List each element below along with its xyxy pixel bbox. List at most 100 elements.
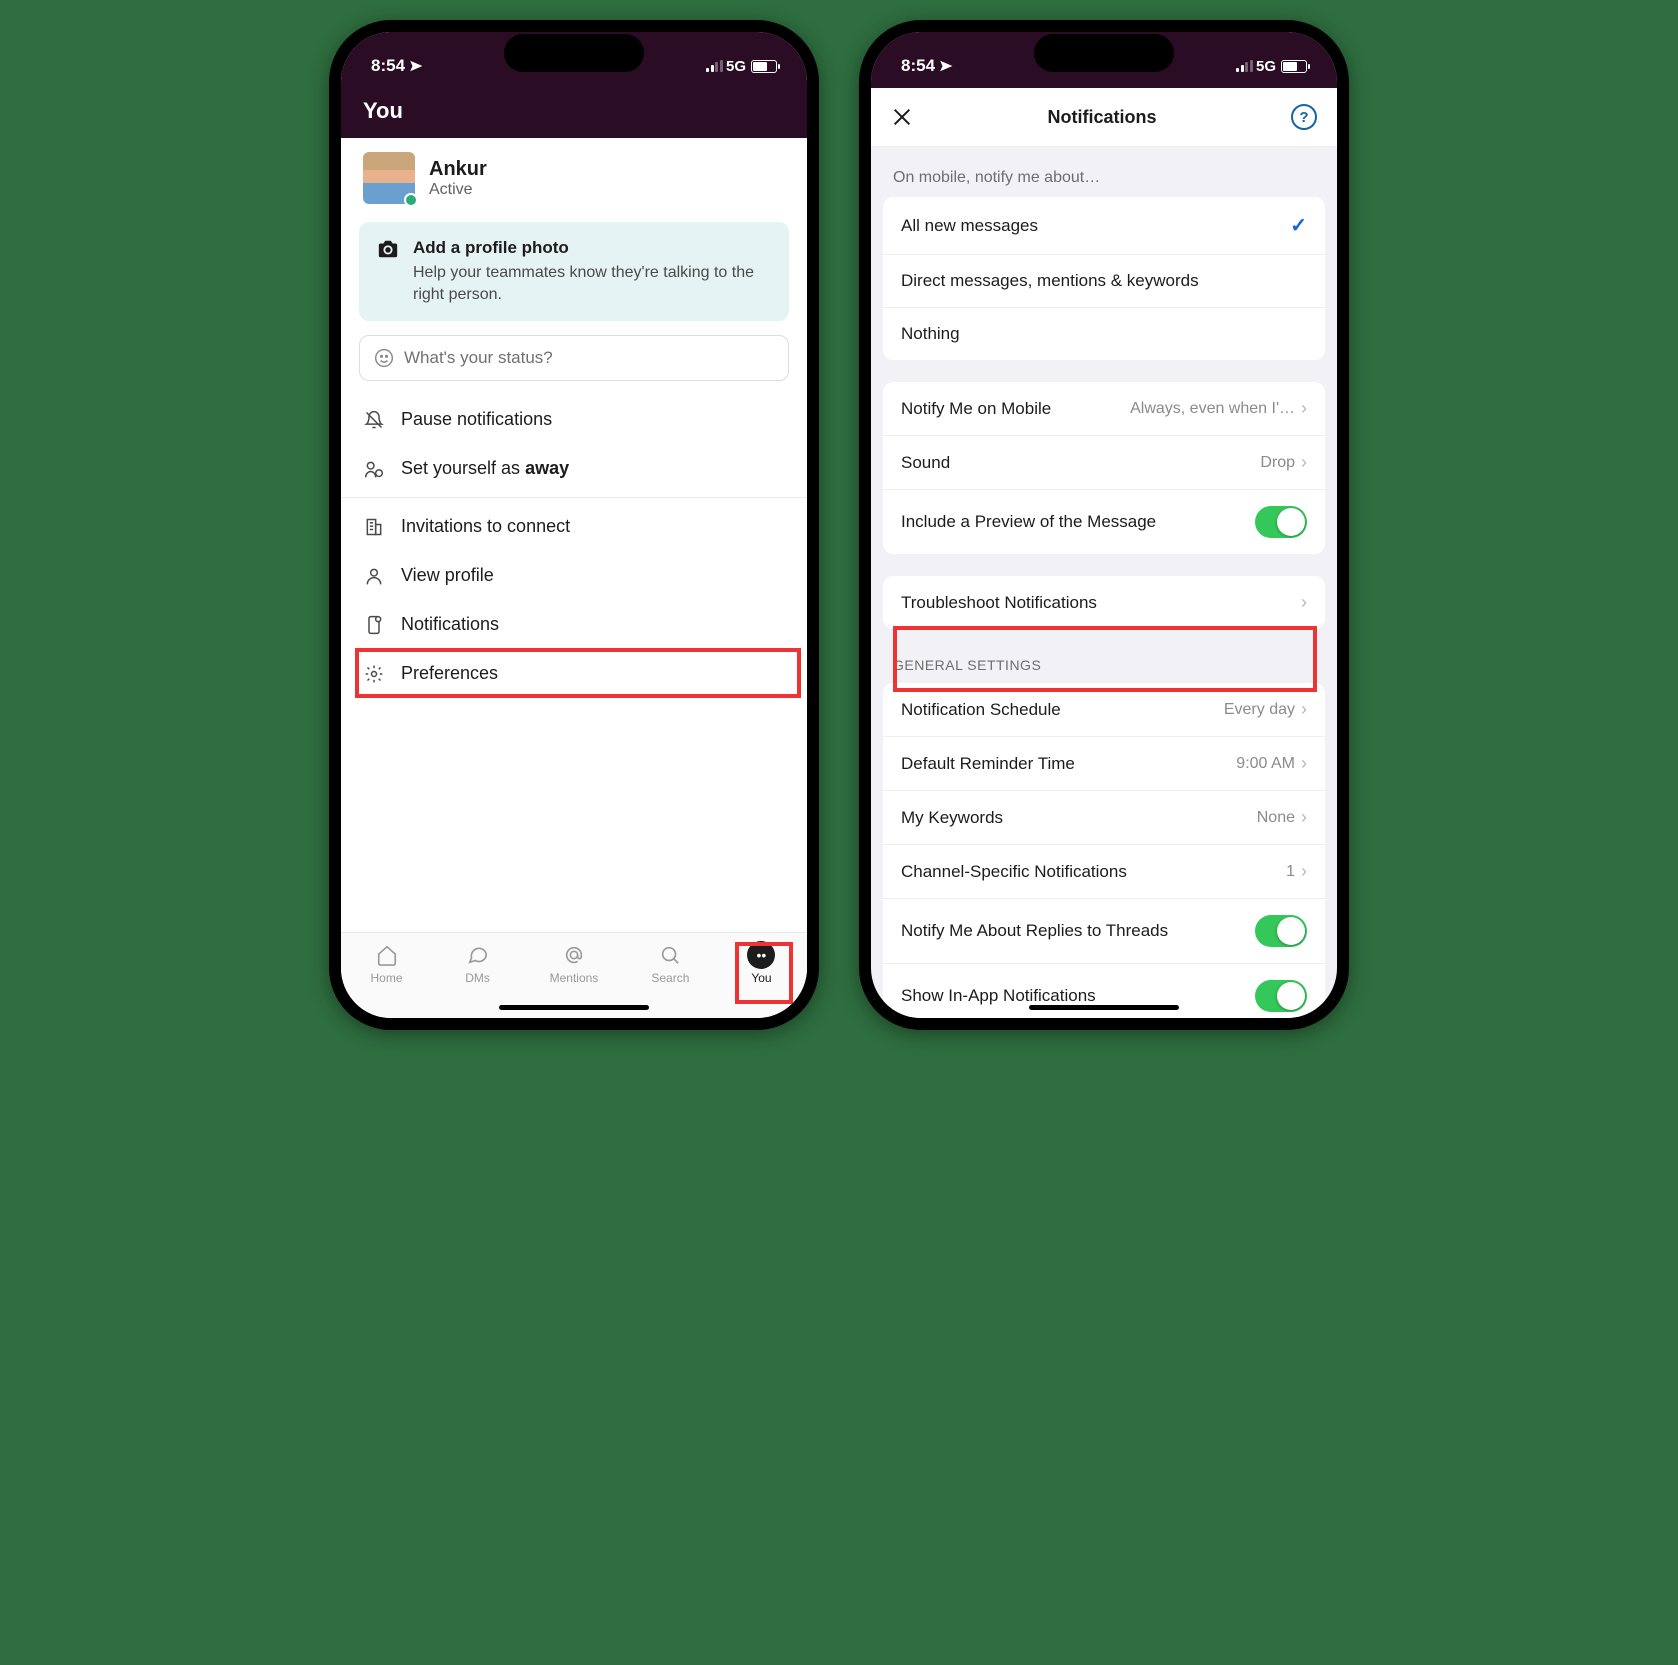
chevron-right-icon: › (1301, 592, 1307, 613)
row-label: Notify Me on Mobile (901, 399, 1051, 419)
row-value: Always, even when I'… (1130, 400, 1295, 418)
tab-mentions[interactable]: Mentions (550, 941, 599, 985)
tab-home[interactable]: Home (368, 941, 406, 985)
chevron-right-icon: › (1301, 807, 1307, 828)
page-title: You (341, 88, 807, 124)
you-avatar-icon: •• (747, 941, 775, 969)
screen-notifications: 8:54 5G Notifications ? On mobile, n (871, 32, 1337, 1018)
signal-icon (1236, 60, 1253, 72)
option-label: All new messages (901, 216, 1038, 236)
row-value: 1 (1286, 863, 1295, 881)
row-reminder-time[interactable]: Default Reminder Time 9:00 AM› (883, 736, 1325, 790)
menu-notifications[interactable]: Notifications (341, 600, 807, 649)
toggle-switch[interactable] (1255, 506, 1307, 538)
close-button[interactable] (891, 106, 913, 128)
tab-label: You (751, 971, 771, 985)
avatar[interactable] (363, 152, 415, 204)
presence-dot (404, 193, 418, 207)
menu-label: Set yourself as away (401, 458, 569, 479)
chevron-right-icon: › (1301, 753, 1307, 774)
section-label-general: General Settings (871, 629, 1337, 683)
status-placeholder: What's your status? (404, 348, 553, 368)
help-button[interactable]: ? (1291, 104, 1317, 130)
menu-pause-notifications[interactable]: Pause notifications (341, 395, 807, 444)
phone-right: 8:54 5G Notifications ? On mobile, n (859, 20, 1349, 1030)
camera-icon (377, 238, 399, 260)
toggle-switch[interactable] (1255, 980, 1307, 1012)
row-label: Channel-Specific Notifications (901, 862, 1127, 882)
profile-presence: Active (429, 181, 487, 199)
phone-left: 8:54 5G You Ankur (329, 20, 819, 1030)
tab-label: DMs (465, 971, 490, 985)
toggle-switch[interactable] (1255, 915, 1307, 947)
signal-icon (706, 60, 723, 72)
notch (1034, 34, 1174, 72)
status-input[interactable]: What's your status? (359, 335, 789, 381)
option-dm-mentions[interactable]: Direct messages, mentions & keywords (883, 254, 1325, 307)
row-label: Show In-App Notifications (901, 986, 1096, 1006)
row-label: My Keywords (901, 808, 1003, 828)
banner-title: Add a profile photo (413, 238, 771, 258)
row-preview-toggle: Include a Preview of the Message (883, 489, 1325, 554)
row-notify-mobile[interactable]: Notify Me on Mobile Always, even when I'… (883, 382, 1325, 435)
row-thread-replies: Notify Me About Replies to Threads (883, 898, 1325, 963)
row-sound[interactable]: Sound Drop › (883, 435, 1325, 489)
modal-title: Notifications (1047, 107, 1156, 128)
at-icon (555, 941, 593, 969)
tab-dms[interactable]: DMs (459, 941, 497, 985)
troubleshoot-group: Troubleshoot Notifications › (883, 576, 1325, 629)
modal-header: Notifications ? (871, 88, 1337, 147)
section-label-notify: On mobile, notify me about… (871, 147, 1337, 197)
menu-label: Preferences (401, 663, 498, 684)
row-troubleshoot[interactable]: Troubleshoot Notifications › (883, 576, 1325, 629)
row-label: Troubleshoot Notifications (901, 593, 1097, 613)
checkmark-icon: ✓ (1290, 213, 1307, 238)
row-label: Notify Me About Replies to Threads (901, 921, 1168, 941)
profile-row[interactable]: Ankur Active (341, 138, 807, 214)
option-nothing[interactable]: Nothing (883, 307, 1325, 360)
person-icon (363, 566, 385, 586)
add-photo-banner[interactable]: Add a profile photo Help your teammates … (359, 222, 789, 321)
menu-invitations[interactable]: Invitations to connect (341, 502, 807, 551)
chevron-right-icon: › (1301, 452, 1307, 473)
row-value: Drop (1260, 454, 1295, 472)
menu-set-away[interactable]: Set yourself as away (341, 444, 807, 493)
mobile-settings-group: Notify Me on Mobile Always, even when I'… (883, 382, 1325, 554)
chat-icon (459, 941, 497, 969)
tab-search[interactable]: Search (651, 941, 689, 985)
tab-label: Mentions (550, 971, 599, 985)
option-label: Direct messages, mentions & keywords (901, 271, 1199, 291)
row-value: 9:00 AM (1236, 755, 1295, 773)
battery-icon (1281, 60, 1307, 73)
chevron-right-icon: › (1301, 861, 1307, 882)
tab-you[interactable]: •• You (742, 941, 780, 985)
row-channel-specific[interactable]: Channel-Specific Notifications 1 › (883, 844, 1325, 898)
general-settings-group: Notification Schedule Every day› Default… (883, 683, 1325, 1018)
location-icon (939, 59, 953, 73)
building-icon (363, 517, 385, 537)
status-time: 8:54 (371, 56, 405, 76)
content[interactable]: On mobile, notify me about… All new mess… (871, 147, 1337, 1018)
network-label: 5G (1256, 58, 1276, 75)
tab-label: Home (371, 971, 403, 985)
menu-label: Invitations to connect (401, 516, 570, 537)
chevron-right-icon: › (1301, 699, 1307, 720)
away-icon (363, 459, 385, 479)
row-label: Notification Schedule (901, 700, 1061, 720)
row-value: Every day (1224, 701, 1295, 719)
menu-label: View profile (401, 565, 494, 586)
row-schedule[interactable]: Notification Schedule Every day › (883, 683, 1325, 736)
menu-view-profile[interactable]: View profile (341, 551, 807, 600)
menu-preferences[interactable]: Preferences (341, 649, 807, 698)
row-label: Sound (901, 453, 950, 473)
divider (341, 497, 807, 498)
row-value: None (1257, 809, 1295, 827)
screen-you: 8:54 5G You Ankur (341, 32, 807, 1018)
content: Ankur Active Add a profile photo Help yo… (341, 138, 807, 932)
option-all-messages[interactable]: All new messages ✓ (883, 197, 1325, 254)
chevron-right-icon: › (1301, 398, 1307, 419)
row-keywords[interactable]: My Keywords None › (883, 790, 1325, 844)
phone-notif-icon (363, 615, 385, 635)
battery-icon (751, 60, 777, 73)
smile-icon (374, 348, 394, 368)
